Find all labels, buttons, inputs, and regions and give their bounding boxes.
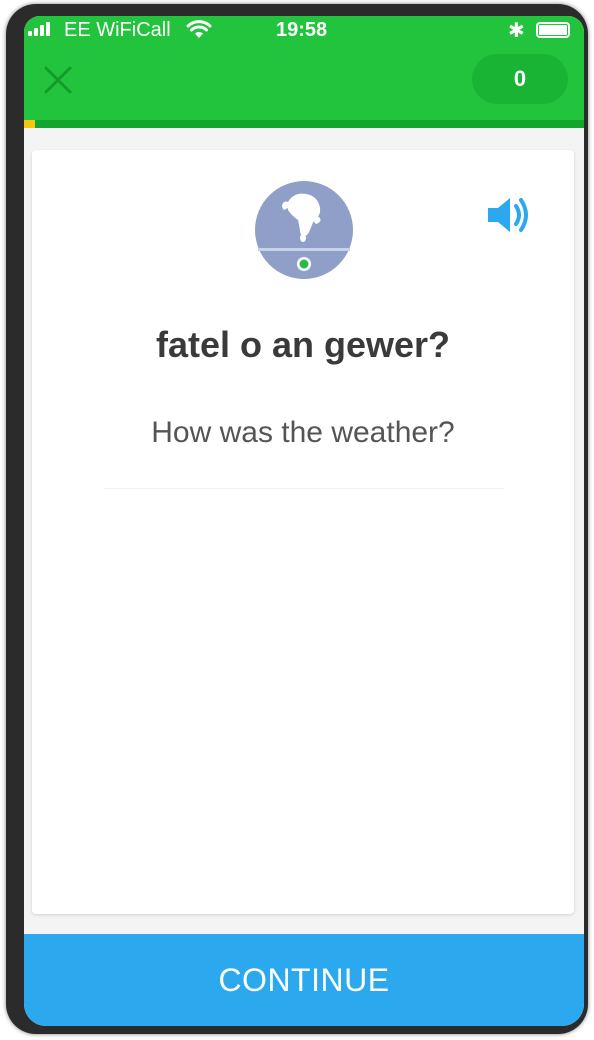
divider (104, 488, 504, 489)
progress-fill (24, 120, 36, 128)
bluetooth-icon: ✱ (508, 20, 525, 42)
score-value: 0 (513, 66, 527, 91)
continue-label: CONTINUE (218, 961, 390, 998)
carrier-name: EE WiFiCall (64, 19, 171, 41)
progress-bar (24, 120, 584, 128)
app-screen: EE WiFiCall 19:58 ✱ 0 fatel o an gewer? … (24, 16, 584, 1026)
memory-hand-icon (255, 181, 353, 279)
header-bar: EE WiFiCall 19:58 ✱ 0 (24, 16, 584, 120)
prompt-phrase: fatel o an gewer? (155, 324, 451, 365)
learning-card: fatel o an gewer? How was the weather? (32, 150, 574, 914)
battery-icon (536, 22, 570, 38)
wifi-icon (186, 20, 212, 38)
status-bar: EE WiFiCall 19:58 ✱ (24, 16, 584, 48)
signal-icon (28, 22, 50, 36)
status-time: 19:58 (276, 19, 328, 41)
continue-button[interactable]: CONTINUE (24, 934, 584, 1026)
translation-text: How was the weather? (151, 416, 455, 449)
score-badge: 0 (472, 54, 568, 104)
close-icon[interactable] (42, 64, 74, 96)
speaker-icon[interactable] (486, 194, 532, 236)
